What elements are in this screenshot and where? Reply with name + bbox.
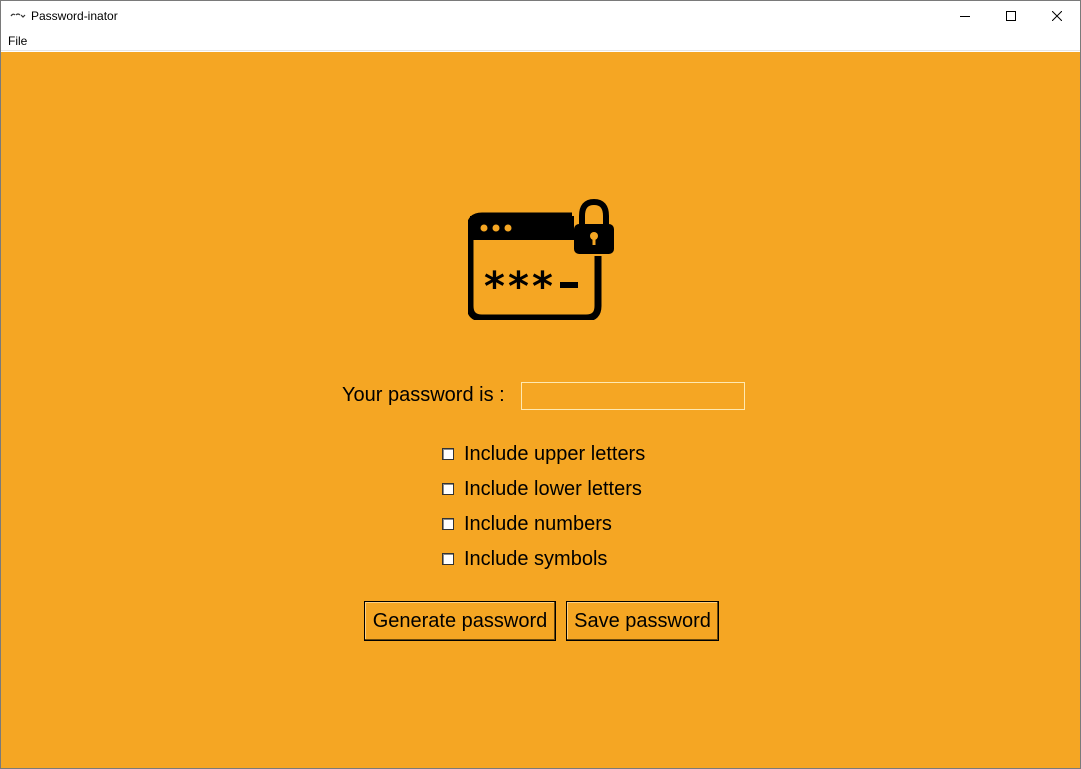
maximize-icon [1006,11,1016,21]
window-controls [942,1,1080,31]
app-window: Password-inator File * * * Your password… [0,0,1081,769]
close-icon [1052,11,1062,21]
lower-letters-label[interactable]: Include lower letters [464,478,642,501]
numbers-label[interactable]: Include numbers [464,513,612,536]
lower-letters-checkbox[interactable] [442,483,454,495]
main-panel: * * * Your password is : Include upper l… [1,52,1080,768]
menu-bar: File [1,31,1080,51]
app-icon [10,8,26,24]
svg-text:*: * [508,264,529,310]
maximize-button[interactable] [988,1,1034,31]
upper-letters-label[interactable]: Include upper letters [464,443,645,466]
generate-password-button[interactable]: Generate password [364,601,556,641]
minimize-button[interactable] [942,1,988,31]
password-output-field[interactable] [521,382,745,410]
svg-text:*: * [532,264,553,310]
option-lower-letters[interactable]: Include lower letters [442,477,642,501]
save-password-button[interactable]: Save password [566,601,719,641]
menu-file[interactable]: File [8,34,27,48]
symbols-label[interactable]: Include symbols [464,548,607,571]
option-numbers[interactable]: Include numbers [442,512,612,536]
password-label: Your password is : [342,384,505,406]
upper-letters-checkbox[interactable] [442,448,454,460]
symbols-checkbox[interactable] [442,553,454,565]
numbers-checkbox[interactable] [442,518,454,530]
minimize-icon [960,16,970,17]
close-button[interactable] [1034,1,1080,31]
password-window-lock-icon: * * * [468,198,614,320]
window-title: Password-inator [31,9,118,23]
option-symbols[interactable]: Include symbols [442,547,607,571]
title-bar[interactable]: Password-inator [1,1,1080,31]
svg-text:*: * [484,264,505,310]
option-upper-letters[interactable]: Include upper letters [442,442,645,466]
